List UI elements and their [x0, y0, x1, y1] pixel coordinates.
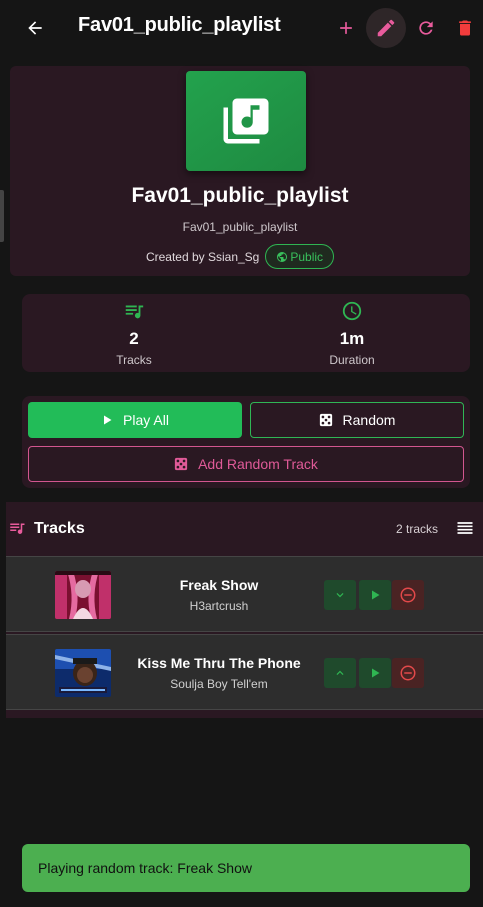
- side-drawer-handle: [0, 190, 4, 242]
- creator-row: Created by Ssian_Sg Public: [10, 244, 470, 269]
- library-music-icon: [223, 98, 269, 144]
- actions-card: Play All Random Add Random Track: [22, 396, 470, 488]
- playlist-cover: [186, 71, 306, 171]
- duration-stat: 1m Duration: [240, 300, 464, 367]
- list-view-icon[interactable]: [455, 518, 475, 538]
- random-button[interactable]: Random: [250, 402, 464, 438]
- remove-circle-icon: [400, 587, 416, 603]
- queue-music-icon: [125, 305, 144, 319]
- track-artist: H3artcrush: [189, 599, 249, 613]
- refresh-icon[interactable]: [408, 10, 444, 46]
- clock-icon: [342, 301, 362, 321]
- stats-card: 2 Tracks 1m Duration: [22, 294, 470, 372]
- play-icon: [372, 590, 380, 600]
- add-icon[interactable]: [328, 10, 364, 46]
- add-random-track-button[interactable]: Add Random Track: [28, 446, 464, 482]
- remove-track-button[interactable]: [392, 658, 424, 688]
- move-down-button[interactable]: [324, 580, 356, 610]
- tracks-title: Tracks: [34, 520, 85, 537]
- edit-pencil-icon[interactable]: [366, 8, 406, 48]
- track-row[interactable]: Freak Show H3artcrush: [6, 556, 483, 632]
- duration-label: Duration: [329, 353, 375, 367]
- page-title: Fav01_public_playlist: [78, 14, 281, 36]
- playlist-name: Fav01_public_playlist: [131, 184, 349, 207]
- tracks-value: 2: [129, 329, 139, 348]
- app-bar: Fav01_public_playlist: [0, 0, 483, 56]
- play-track-button[interactable]: [359, 658, 391, 688]
- remove-track-button[interactable]: [392, 580, 424, 610]
- play-icon: [372, 668, 380, 678]
- play-all-button[interactable]: Play All: [28, 402, 242, 438]
- globe-icon: [277, 251, 288, 262]
- tracks-stat: 2 Tracks: [22, 300, 246, 367]
- play-icon: [104, 415, 112, 425]
- move-up-button[interactable]: [324, 658, 356, 688]
- visibility-label: Public: [290, 249, 324, 264]
- queue-music-icon: [10, 523, 25, 535]
- chevron-down-icon: [336, 593, 344, 598]
- track-artwork: [55, 649, 111, 697]
- creator-label: Created by Ssian_Sg: [145, 249, 260, 264]
- add-random-track-label: Add Random Track: [198, 456, 318, 472]
- tracks-header: Tracks 2 tracks: [6, 502, 483, 556]
- remove-circle-icon: [400, 665, 416, 681]
- back-arrow-icon[interactable]: [22, 15, 48, 41]
- visibility-badge: Public: [265, 244, 335, 269]
- track-artist: Soulja Boy Tell'em: [170, 677, 268, 691]
- tracks-label: Tracks: [116, 353, 152, 367]
- delete-trash-icon[interactable]: [447, 10, 483, 46]
- duration-value: 1m: [339, 329, 365, 348]
- snackbar-message: Playing random track: Freak Show: [38, 860, 252, 876]
- chevron-up-icon: [336, 670, 344, 675]
- track-artwork: [55, 571, 111, 619]
- dice-icon: [174, 457, 188, 471]
- play-track-button[interactable]: [359, 580, 391, 610]
- track-row[interactable]: Kiss Me Thru The Phone Soulja Boy Tell'e…: [6, 634, 483, 710]
- playlist-description: Fav01_public_playlist: [182, 220, 298, 234]
- tracks-count: 2 tracks: [395, 522, 438, 536]
- playlist-header-card: Fav01_public_playlist Fav01_public_playl…: [10, 66, 470, 276]
- tracks-section: Tracks 2 tracks Freak Show H3artcrush Ki…: [6, 502, 483, 718]
- play-all-label: Play All: [123, 412, 169, 428]
- snackbar: Playing random track: Freak Show: [22, 844, 470, 892]
- dice-icon: [319, 413, 332, 427]
- track-title: Freak Show: [179, 577, 259, 593]
- track-title: Kiss Me Thru The Phone: [137, 655, 301, 671]
- random-label: Random: [342, 412, 396, 428]
